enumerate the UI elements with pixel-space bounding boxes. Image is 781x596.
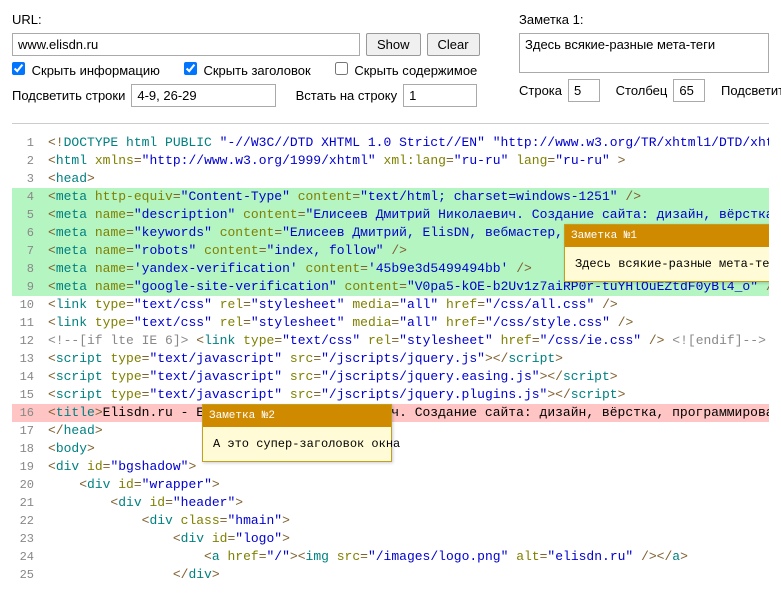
code-content[interactable]: <body> (48, 440, 769, 458)
line-number: 2 (12, 152, 48, 170)
code-line[interactable]: 22 <div class="hmain"> (12, 512, 769, 530)
show-button[interactable]: Show (366, 33, 421, 56)
code-line[interactable]: 24 <a href="/"><img src="/images/logo.pn… (12, 548, 769, 566)
code-content[interactable]: <div id="wrapper"> (48, 476, 769, 494)
url-input[interactable] (12, 33, 360, 56)
line-number: 6 (12, 224, 48, 242)
code-line[interactable]: 23 <div id="logo"> (12, 530, 769, 548)
line-number: 18 (12, 440, 48, 458)
code-content[interactable]: <!DOCTYPE html PUBLIC "-//W3C//DTD XHTML… (48, 134, 769, 152)
line-number: 4 (12, 188, 48, 206)
goto-line-label: Встать на строку (296, 88, 398, 103)
code-content[interactable]: <div class="hmain"> (48, 512, 769, 530)
line-number: 15 (12, 386, 48, 404)
code-content[interactable]: <script type="text/javascript" src="/jsc… (48, 368, 769, 386)
line-number: 20 (12, 476, 48, 494)
code-line[interactable]: 10<link type="text/css" rel="stylesheet"… (12, 296, 769, 314)
hide-content-checkbox[interactable] (335, 62, 348, 75)
code-content[interactable]: <meta http-equiv="Content-Type" content=… (48, 188, 769, 206)
note1-label: Заметка 1: (519, 12, 583, 27)
note-1-header[interactable]: Заметка №1 (565, 225, 769, 247)
hide-content-label[interactable]: Скрыть содержимое (335, 62, 478, 78)
code-viewer[interactable]: Заметка №1 Здесь всякие-разные мета-теги… (12, 134, 769, 584)
note-2-body: А это супер-заголовок окна (203, 427, 391, 461)
highlight-lines-input[interactable] (131, 84, 276, 107)
highlight-lines-label: Подсветить строки (12, 88, 125, 103)
code-line[interactable]: 3<head> (12, 170, 769, 188)
line-number: 19 (12, 458, 48, 476)
line-number: 21 (12, 494, 48, 512)
clear-button[interactable]: Clear (427, 33, 480, 56)
code-content[interactable]: </div> (48, 566, 769, 584)
code-content[interactable]: <div id="logo"> (48, 530, 769, 548)
note-2-header[interactable]: Заметка №2 (203, 405, 391, 427)
col-label: Столбец (616, 83, 668, 98)
code-content[interactable]: <link type="text/css" rel="stylesheet" m… (48, 296, 769, 314)
line-input[interactable] (568, 79, 600, 102)
line-number: 16 (12, 404, 48, 422)
code-content[interactable]: <script type="text/javascript" src="/jsc… (48, 386, 769, 404)
col-input[interactable] (673, 79, 705, 102)
divider (12, 123, 769, 124)
line-number: 8 (12, 260, 48, 278)
code-line[interactable]: 4<meta http-equiv="Content-Type" content… (12, 188, 769, 206)
line-number: 14 (12, 368, 48, 386)
code-line[interactable]: 5<meta name="description" content="Елисе… (12, 206, 769, 224)
hide-info-label[interactable]: Скрыть информацию (12, 62, 160, 78)
code-content[interactable]: <html xmlns="http://www.w3.org/1999/xhtm… (48, 152, 769, 170)
code-content[interactable]: <!--[if lte IE 6]> <link type="text/css"… (48, 332, 769, 350)
code-line[interactable]: 20 <div id="wrapper"> (12, 476, 769, 494)
code-content[interactable]: <title>Elisdn.ru - Елисеев Дмитрий Никол… (48, 404, 769, 422)
line-number: 25 (12, 566, 48, 584)
line-number: 12 (12, 332, 48, 350)
code-line[interactable]: 11<link type="text/css" rel="stylesheet"… (12, 314, 769, 332)
line-number: 23 (12, 530, 48, 548)
note-2[interactable]: Заметка №2 А это супер-заголовок окна (202, 404, 392, 462)
line-number: 22 (12, 512, 48, 530)
code-line[interactable]: 21 <div id="header"> (12, 494, 769, 512)
code-line[interactable]: 14<script type="text/javascript" src="/j… (12, 368, 769, 386)
note-1-body: Здесь всякие-разные мета-теги (565, 247, 769, 281)
code-content[interactable]: <div id="bgshadow"> (48, 458, 769, 476)
hide-title-checkbox[interactable] (184, 62, 197, 75)
code-line[interactable]: 1<!DOCTYPE html PUBLIC "-//W3C//DTD XHTM… (12, 134, 769, 152)
line-label: Строка (519, 83, 562, 98)
code-content[interactable]: <a href="/"><img src="/images/logo.png" … (48, 548, 769, 566)
code-line[interactable]: 15<script type="text/javascript" src="/j… (12, 386, 769, 404)
hide-title-label[interactable]: Скрыть заголовок (184, 62, 311, 78)
code-content[interactable]: </head> (48, 422, 769, 440)
code-line[interactable]: 2<html xmlns="http://www.w3.org/1999/xht… (12, 152, 769, 170)
line-number: 13 (12, 350, 48, 368)
hide-info-checkbox[interactable] (12, 62, 25, 75)
code-content[interactable]: <link type="text/css" rel="stylesheet" m… (48, 314, 769, 332)
highlight-label: Подсветить (721, 83, 781, 98)
code-line[interactable]: 12<!--[if lte IE 6]> <link type="text/cs… (12, 332, 769, 350)
line-number: 1 (12, 134, 48, 152)
code-content[interactable]: <meta name="description" content="Елисее… (48, 206, 769, 224)
url-label: URL: (12, 12, 42, 27)
line-number: 17 (12, 422, 48, 440)
note-1[interactable]: Заметка №1 Здесь всякие-разные мета-теги (564, 224, 769, 282)
line-number: 5 (12, 206, 48, 224)
code-content[interactable]: <script type="text/javascript" src="/jsc… (48, 350, 769, 368)
goto-line-input[interactable] (403, 84, 477, 107)
line-number: 9 (12, 278, 48, 296)
line-number: 10 (12, 296, 48, 314)
code-content[interactable]: <head> (48, 170, 769, 188)
code-line[interactable]: 25 </div> (12, 566, 769, 584)
line-number: 7 (12, 242, 48, 260)
line-number: 3 (12, 170, 48, 188)
note1-textarea[interactable] (519, 33, 769, 73)
code-line[interactable]: 13<script type="text/javascript" src="/j… (12, 350, 769, 368)
line-number: 11 (12, 314, 48, 332)
code-content[interactable]: <div id="header"> (48, 494, 769, 512)
line-number: 24 (12, 548, 48, 566)
